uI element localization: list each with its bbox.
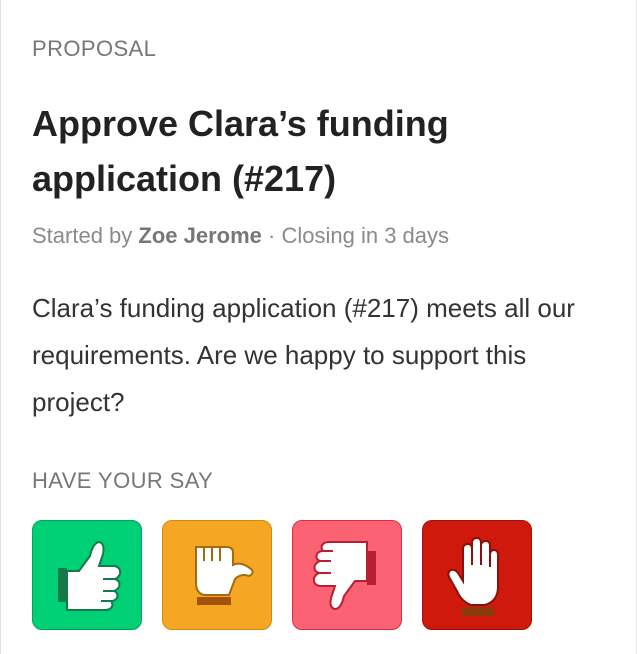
closing-time: Closing in 3 days bbox=[281, 223, 450, 248]
proposal-description: Clara’s funding application (#217) meets… bbox=[32, 293, 575, 417]
vote-abstain-name: abstain bbox=[163, 629, 164, 630]
vote-agree-button[interactable]: agree bbox=[32, 520, 142, 630]
thumbs-down-icon bbox=[312, 541, 376, 611]
proposal-meta: Started by Zoe Jerome · Closing in 3 day… bbox=[32, 222, 449, 250]
vote-disagree-button[interactable]: disagree bbox=[292, 520, 402, 630]
started-by-label: Started by bbox=[32, 223, 133, 248]
raised-hand-icon bbox=[447, 536, 499, 616]
thumbs-up-icon bbox=[58, 540, 122, 611]
vote-block-name: block bbox=[423, 629, 424, 630]
thumbs-side-icon bbox=[195, 546, 254, 605]
vote-disagree-name: disagree bbox=[293, 629, 294, 630]
proposal-eyebrow: PROPOSAL bbox=[32, 36, 157, 61]
proposal-title: Approve Clara’s funding application (#21… bbox=[32, 103, 449, 199]
meta-separator: · bbox=[268, 223, 276, 248]
vote-abstain-button[interactable]: abstain bbox=[162, 520, 272, 630]
vote-agree-name: agree bbox=[33, 629, 34, 630]
vote-section-label: HAVE YOUR SAY bbox=[32, 468, 214, 493]
vote-block-button[interactable]: block bbox=[422, 520, 532, 630]
author-name[interactable]: Zoe Jerome bbox=[138, 223, 262, 248]
proposal-card: PROPOSAL Approve Clara’s funding applica… bbox=[0, 0, 637, 654]
